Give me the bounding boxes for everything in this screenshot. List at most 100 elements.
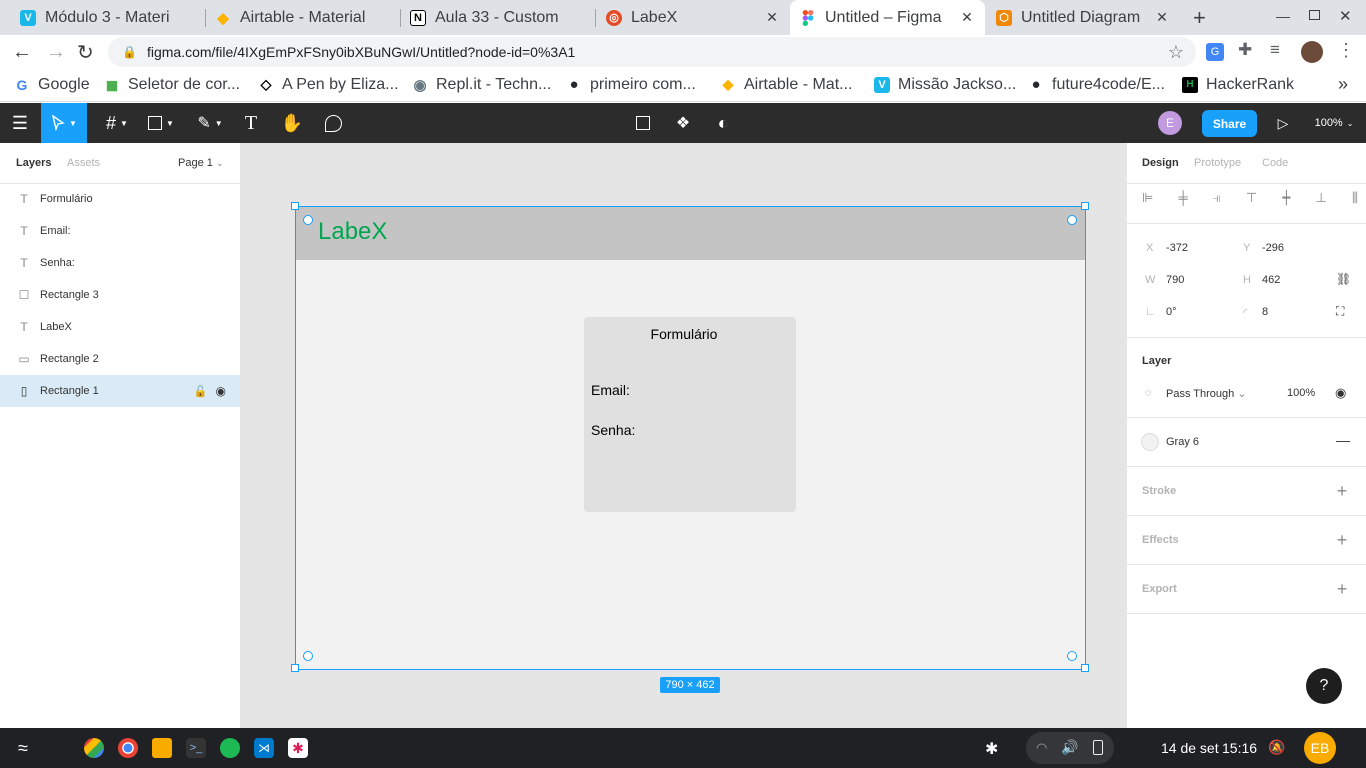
tab-notion[interactable]: N Aula 33 - Custom bbox=[402, 0, 592, 35]
radius-handle[interactable] bbox=[1067, 215, 1077, 225]
move-tool[interactable]: ▼ bbox=[41, 103, 87, 143]
tab-assets[interactable]: Assets bbox=[67, 157, 100, 169]
zoom-dropdown[interactable]: 100% ⌄ bbox=[1308, 103, 1360, 143]
radius-handle[interactable] bbox=[1067, 651, 1077, 661]
main-menu-icon[interactable]: ☰ bbox=[0, 103, 40, 143]
text-tool[interactable]: T bbox=[236, 103, 266, 143]
tab-prototype[interactable]: Prototype bbox=[1194, 157, 1241, 169]
help-button[interactable]: ? bbox=[1306, 668, 1342, 704]
tab-labex[interactable]: ◎ LabeX ✕ bbox=[598, 0, 788, 35]
chrome-menu-icon[interactable]: ⋮ bbox=[1337, 40, 1355, 61]
layer-labex[interactable]: T LabeX bbox=[0, 311, 240, 343]
comment-tool[interactable] bbox=[318, 103, 348, 143]
corner-radius-input[interactable]: 8 bbox=[1262, 306, 1268, 318]
user-avatar[interactable]: EB bbox=[1304, 732, 1336, 764]
resize-handle[interactable] bbox=[291, 202, 299, 210]
w-input[interactable]: 790 bbox=[1166, 274, 1184, 286]
bookmark-github-2[interactable]: ● future4code/E... bbox=[1028, 69, 1165, 100]
slack-icon[interactable]: ✱ bbox=[288, 738, 308, 758]
vscode-icon[interactable]: ⋊ bbox=[254, 738, 274, 758]
share-button[interactable]: Share bbox=[1202, 110, 1257, 137]
launcher-icon[interactable]: ≈ bbox=[18, 738, 28, 759]
align-top-icon[interactable]: ⊤ bbox=[1246, 190, 1257, 208]
tab-layers[interactable]: Layers bbox=[16, 157, 51, 169]
align-middle-v-icon[interactable]: ┿ bbox=[1282, 190, 1290, 208]
reload-icon[interactable]: ↻ bbox=[77, 40, 94, 65]
address-bar[interactable]: 🔒 figma.com/file/4IXgEmPxFSny0ibXBuNGwI/… bbox=[108, 37, 1196, 67]
collaborator-avatar[interactable]: E bbox=[1156, 103, 1184, 143]
play-store-icon[interactable] bbox=[84, 738, 104, 758]
align-right-icon[interactable]: ⫣ bbox=[1213, 190, 1221, 208]
rotation-input[interactable]: 0° bbox=[1166, 306, 1177, 318]
crop-tool[interactable] bbox=[628, 103, 658, 143]
translate-extension-icon[interactable]: G bbox=[1206, 43, 1224, 61]
bookmark-codepen[interactable]: ◇ A Pen by Eliza... bbox=[258, 69, 399, 100]
layer-senha[interactable]: T Senha: bbox=[0, 247, 240, 279]
fill-style-name[interactable]: Gray 6 bbox=[1166, 436, 1199, 448]
slack-tray-icon[interactable]: ✱ bbox=[985, 739, 998, 759]
files-icon[interactable] bbox=[152, 738, 172, 758]
align-center-h-icon[interactable]: ╪ bbox=[1179, 190, 1188, 208]
bookmark-google[interactable]: G Google bbox=[14, 69, 90, 100]
extensions-icon[interactable]: ✚ bbox=[1238, 40, 1252, 60]
export-section-title[interactable]: Export bbox=[1142, 583, 1177, 595]
close-tab-icon[interactable]: ✕ bbox=[1154, 9, 1170, 26]
close-tab-icon[interactable]: ✕ bbox=[764, 9, 780, 26]
close-tab-icon[interactable]: ✕ bbox=[959, 9, 975, 26]
frame-tool[interactable]: # ▼ bbox=[97, 103, 137, 143]
resize-handle[interactable] bbox=[1081, 664, 1089, 672]
layer-email[interactable]: T Email: bbox=[0, 215, 240, 247]
tab-modulo3[interactable]: V Módulo 3 - Materi bbox=[12, 0, 202, 35]
star-icon[interactable]: ☆ bbox=[1168, 42, 1184, 63]
hand-tool[interactable]: ✋ bbox=[277, 103, 307, 143]
time-text[interactable]: 15:16 bbox=[1222, 740, 1257, 756]
present-icon[interactable]: ▷ bbox=[1272, 103, 1294, 143]
tab-drawio[interactable]: ⬡ Untitled Diagram ✕ bbox=[988, 0, 1178, 35]
page-selector[interactable]: Page 1 ⌄ bbox=[178, 157, 223, 169]
minimize-icon[interactable]: — bbox=[1276, 8, 1290, 24]
bookmark-vimeo[interactable]: V Missão Jackso... bbox=[874, 69, 1016, 100]
profile-avatar[interactable] bbox=[1301, 41, 1323, 63]
resize-handle[interactable] bbox=[1081, 202, 1089, 210]
detach-style-icon[interactable]: — bbox=[1336, 432, 1350, 448]
spotify-icon[interactable] bbox=[220, 738, 240, 758]
align-left-icon[interactable]: ⊫ bbox=[1142, 190, 1153, 208]
tab-figma[interactable]: Untitled – Figma ✕ bbox=[790, 0, 985, 35]
shape-tool[interactable]: ▼ bbox=[141, 103, 181, 143]
resize-handle[interactable] bbox=[291, 664, 299, 672]
constrain-proportions-icon[interactable]: ⛓ bbox=[1336, 272, 1351, 286]
add-stroke-icon[interactable]: + bbox=[1334, 482, 1350, 500]
bookmark-airtable[interactable]: ◆ Airtable - Mat... bbox=[720, 69, 853, 100]
eye-icon[interactable]: ◉ bbox=[1335, 385, 1346, 401]
align-bottom-icon[interactable]: ⊥ bbox=[1315, 190, 1326, 208]
layer-rectangle-1[interactable]: ▯ Rectangle 1 🔓 ◉ bbox=[0, 375, 240, 407]
layer-rectangle-2[interactable]: ▭ Rectangle 2 bbox=[0, 343, 240, 375]
unlock-icon[interactable]: 🔓 bbox=[194, 385, 208, 398]
tab-airtable[interactable]: ◆ Airtable - Material bbox=[207, 0, 397, 35]
add-export-icon[interactable]: + bbox=[1334, 580, 1350, 598]
mask-tool[interactable]: ◐ bbox=[708, 103, 738, 143]
bookmark-hackerrank[interactable]: H HackerRank bbox=[1182, 69, 1294, 100]
radius-handle[interactable] bbox=[303, 651, 313, 661]
bookmarks-more-button[interactable]: » bbox=[1338, 69, 1348, 100]
radius-handle[interactable] bbox=[303, 215, 313, 225]
back-icon[interactable]: ← bbox=[12, 41, 32, 64]
h-input[interactable]: 462 bbox=[1262, 274, 1280, 286]
stroke-section-title[interactable]: Stroke bbox=[1142, 485, 1176, 497]
opacity-input[interactable]: 100% bbox=[1287, 387, 1315, 399]
layer-formulario[interactable]: T Formulário bbox=[0, 183, 240, 215]
bookmark-github-1[interactable]: ● primeiro com... bbox=[566, 69, 695, 100]
tab-code[interactable]: Code bbox=[1262, 157, 1288, 169]
chrome-icon[interactable] bbox=[118, 738, 138, 758]
bookmark-seletor[interactable]: ◼ Seletor de cor... bbox=[104, 69, 240, 100]
distribute-icon[interactable]: ⫼ bbox=[1352, 190, 1358, 208]
eye-icon[interactable]: ◉ bbox=[216, 384, 226, 398]
notifications-off-icon[interactable]: 🔕 bbox=[1268, 739, 1285, 756]
forward-icon[interactable]: → bbox=[46, 41, 66, 64]
layer-rectangle-3[interactable]: ☐ Rectangle 3 bbox=[0, 279, 240, 311]
fill-swatch[interactable] bbox=[1141, 433, 1159, 451]
independent-corners-icon[interactable]: ⛶ bbox=[1336, 304, 1344, 319]
close-window-icon[interactable]: ✕ bbox=[1339, 7, 1352, 25]
new-tab-button[interactable]: + bbox=[1193, 5, 1206, 31]
x-input[interactable]: -372 bbox=[1166, 242, 1188, 254]
